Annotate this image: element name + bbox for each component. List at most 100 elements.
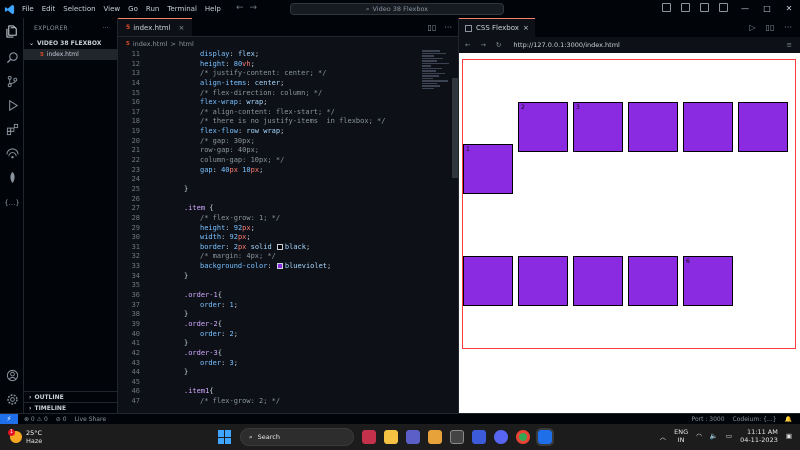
problems-indicator[interactable]: ⊗ 0 ⚠ 0 (24, 416, 48, 423)
notes-app-icon[interactable] (472, 430, 486, 444)
toggle-panel-icon[interactable] (681, 3, 690, 12)
code-line[interactable]: 14 align-items: center; (118, 79, 458, 89)
port-indicator[interactable]: Port : 3000 (692, 416, 725, 423)
code-line[interactable]: 40 order: 2; (118, 330, 458, 340)
code-line[interactable]: 17 /* align-content: flex-start; */ (118, 108, 458, 118)
tab-css-flexbox[interactable]: CSS Flexbox × (459, 18, 535, 37)
split-editor-icon[interactable]: ▯▯ (428, 23, 437, 32)
code-line[interactable]: 22 column-gap: 10px; */ (118, 156, 458, 166)
file-explorer-icon[interactable] (384, 430, 398, 444)
explorer-more-button[interactable]: ··· (102, 25, 109, 32)
folder-video-38-flexbox[interactable]: ⌄ VIDEO 38 FLEXBOX (24, 38, 117, 49)
code-line[interactable]: 19 flex-flow: row wrap; (118, 127, 458, 137)
code-line[interactable]: 13 /* justify-content: center; */ (118, 69, 458, 79)
toggle-secondary-sidebar-icon[interactable] (700, 3, 709, 12)
run-icon[interactable]: ▷ (749, 23, 755, 32)
code-line[interactable]: 41} (118, 339, 458, 349)
code-line[interactable]: 27 .item { (118, 204, 458, 214)
outline-section[interactable]: › OUTLINE (24, 391, 118, 402)
chrome-app-icon[interactable] (516, 430, 530, 444)
code-line[interactable]: 25} (118, 185, 458, 195)
code-line[interactable]: 36 .order-1{ (118, 291, 458, 301)
timeline-section[interactable]: › TIMELINE (24, 402, 118, 413)
code-line[interactable]: 11 display: flex; (118, 50, 458, 60)
tab-index-html[interactable]: 5 index.html × (118, 18, 193, 36)
clock[interactable]: 11:11 AM 04-11-2023 (740, 428, 778, 444)
search-icon[interactable] (5, 50, 19, 64)
run-debug-icon[interactable] (5, 98, 19, 112)
toggle-sidebar-icon[interactable] (662, 3, 671, 12)
breadcrumb-node[interactable]: html (179, 40, 194, 48)
code-line[interactable]: 42 .order-3{ (118, 349, 458, 359)
source-control-icon[interactable] (5, 74, 19, 88)
minimize-button[interactable]: — (734, 0, 756, 18)
code-line[interactable]: 34} (118, 272, 458, 282)
mongodb-leaf-icon[interactable] (5, 170, 19, 184)
code-line[interactable]: 16 flex-wrap: wrap; (118, 98, 458, 108)
account-icon[interactable] (5, 368, 19, 382)
wifi-icon[interactable]: ◠ (696, 432, 702, 440)
remote-explorer-icon[interactable] (5, 146, 19, 160)
breadcrumb-file[interactable]: index.html (133, 40, 168, 48)
code-line[interactable]: 47 /* flex-grow: 2; */ (118, 397, 458, 407)
command-center[interactable]: ⌕ Video 38 Flexbox (290, 3, 504, 15)
code-line[interactable]: 18 /* there is no justify-items in flexbo… (118, 117, 458, 127)
code-line[interactable]: 46 .item1{ (118, 387, 458, 397)
meet-app-icon[interactable] (406, 430, 420, 444)
vscode-app-icon[interactable] (536, 428, 554, 446)
battery-icon[interactable]: ▭ (726, 432, 732, 440)
notification-center-icon[interactable]: ▣ (786, 432, 792, 440)
weather-widget[interactable]: 1 25°C Haze (8, 429, 42, 445)
code-line[interactable]: 31 border: 2px solid black; (118, 243, 458, 253)
code-line[interactable]: 43 order: 3; (118, 359, 458, 369)
color-swatch[interactable] (276, 263, 283, 270)
code-line[interactable]: 37 order: 1; (118, 301, 458, 311)
code-line[interactable]: 21 row-gap: 40px; (118, 146, 458, 156)
url-field[interactable]: http://127.0.0.1:3000/index.html (513, 41, 620, 49)
folder-app-icon[interactable] (428, 430, 442, 444)
menu-file[interactable]: File (22, 5, 34, 13)
remote-indicator-button[interactable]: ⚡ (0, 413, 18, 425)
code-line[interactable]: 38} (118, 310, 458, 320)
code-line[interactable]: 23 gap: 40px 10px; (118, 166, 458, 176)
code-line[interactable]: 24 (118, 175, 458, 185)
split-editor-icon[interactable]: ▯▯ (766, 23, 775, 32)
code-line[interactable]: 35 (118, 281, 458, 291)
close-tab-icon[interactable]: × (523, 24, 529, 32)
code-line[interactable]: 29 height: 92px; (118, 224, 458, 234)
forward-arrow-icon[interactable]: → (250, 3, 264, 13)
taskbar-search-box[interactable]: ⌕ Search (240, 428, 354, 446)
windows-start-icon[interactable] (218, 430, 232, 444)
menu-selection[interactable]: Selection (63, 5, 95, 13)
menu-edit[interactable]: Edit (42, 5, 56, 13)
code-line[interactable]: 32 /* margin: 4px; */ (118, 252, 458, 262)
close-window-button[interactable]: ✕ (778, 0, 800, 18)
more-actions-icon[interactable]: ··· (784, 23, 792, 32)
code-line[interactable]: 15 /* flex-direction: column; */ (118, 89, 458, 99)
menu-help[interactable]: Help (205, 5, 221, 13)
code-line[interactable]: 20 /* gap: 30px; (118, 137, 458, 147)
back-arrow-icon[interactable]: ← (465, 41, 470, 49)
extensions-icon[interactable] (5, 122, 19, 136)
close-tab-icon[interactable]: × (179, 24, 185, 32)
menu-go[interactable]: Go (128, 5, 138, 13)
menu-run[interactable]: Run (146, 5, 159, 13)
volume-icon[interactable]: 🔈 (710, 432, 718, 440)
explorer-icon[interactable] (5, 24, 19, 38)
ports-indicator[interactable]: ⊘ 0 (56, 416, 67, 423)
color-swatch[interactable] (276, 243, 283, 250)
forward-arrow-icon[interactable]: → (480, 41, 485, 49)
code-line[interactable]: 28 /* flex-grow: 1; */ (118, 214, 458, 224)
minimap[interactable] (422, 50, 452, 130)
discord-app-icon[interactable] (494, 430, 508, 444)
menu-view[interactable]: View (104, 5, 121, 13)
customize-layout-icon[interactable] (719, 3, 728, 12)
json-braces-icon[interactable]: {...} (4, 196, 20, 210)
back-arrow-icon[interactable]: ← (236, 3, 250, 13)
menu-terminal[interactable]: Terminal (167, 5, 197, 13)
code-line[interactable]: 39 .order-2{ (118, 320, 458, 330)
code-line[interactable]: 44} (118, 368, 458, 378)
more-actions-icon[interactable]: ··· (444, 23, 452, 32)
code-line[interactable]: 26 (118, 195, 458, 205)
store-app-icon[interactable] (450, 430, 464, 444)
